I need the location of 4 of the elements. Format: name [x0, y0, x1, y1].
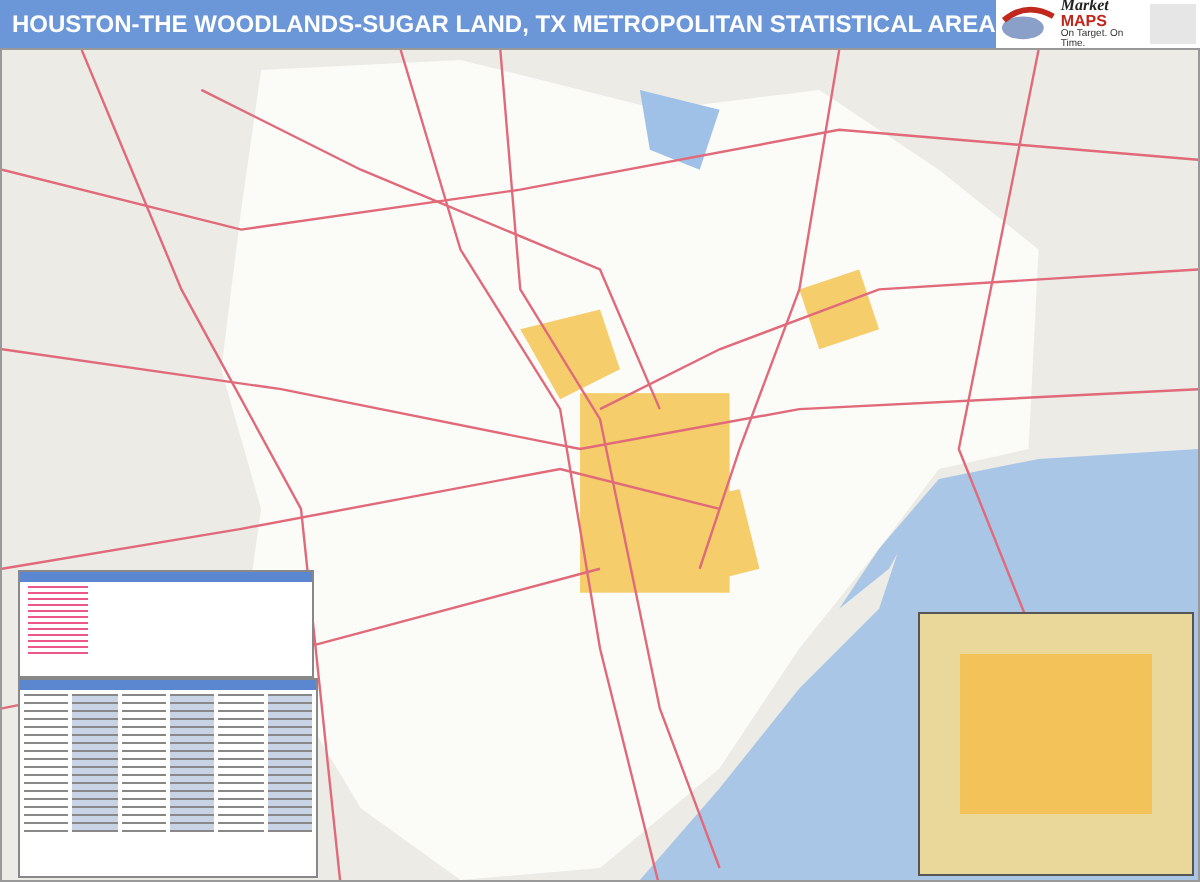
contact-box — [1150, 4, 1196, 44]
map-title: HOUSTON-THE WOODLANDS-SUGAR LAND, TX METROPOLITAN STATISTICAL AREA — [12, 10, 996, 38]
logo-brand: MAPS — [1060, 14, 1109, 30]
globe-swoosh-icon — [999, 4, 1057, 44]
